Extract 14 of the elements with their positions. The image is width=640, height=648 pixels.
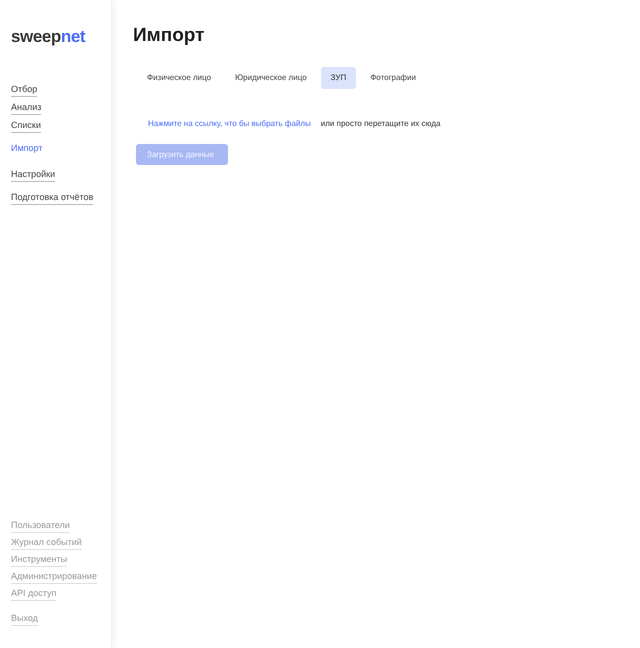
nav-link[interactable]: Отбор xyxy=(11,83,38,97)
nav-link[interactable]: Анализ xyxy=(11,101,42,115)
nav-link[interactable]: Импорт xyxy=(11,142,42,154)
nav-link[interactable]: Списки xyxy=(11,119,41,133)
tab[interactable]: Юридическое лицо xyxy=(225,67,317,89)
nav-link[interactable]: Настройки xyxy=(11,168,56,182)
drop-hint: или просто перетащите их сюда xyxy=(320,118,440,130)
file-select-link[interactable]: Нажмите на ссылку, что бы выбрать файлы xyxy=(148,118,311,130)
page-title: Импорт xyxy=(133,26,206,45)
tab[interactable]: Фотографии xyxy=(360,67,426,89)
tab[interactable]: Физическое лицо xyxy=(137,67,222,89)
nav-link[interactable]: Подготовка отчётов xyxy=(11,191,94,205)
tab[interactable]: ЗУП xyxy=(320,67,356,89)
logo[interactable]: sweepnet xyxy=(11,28,111,45)
